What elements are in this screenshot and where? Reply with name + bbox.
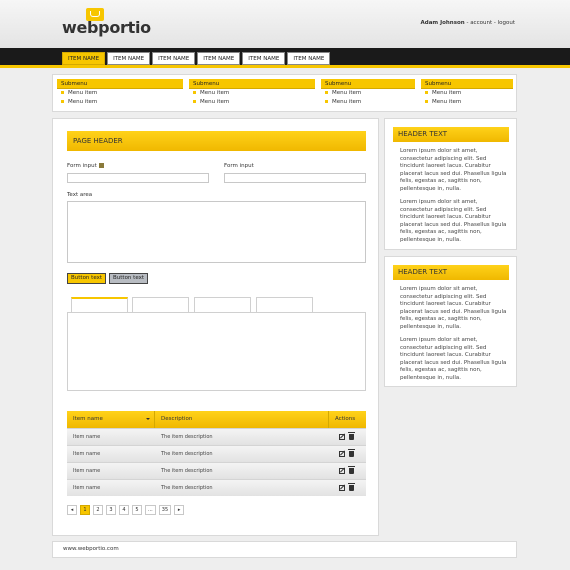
- sidebar-header: HEADER TEXT: [393, 265, 509, 280]
- sidebar-header: HEADER TEXT: [393, 127, 509, 142]
- sidebar-paragraph: Lorem ipsum dolor sit amet, consectetur …: [400, 199, 507, 243]
- page-title: PAGE HEADER: [67, 131, 366, 151]
- label-text: Form input: [67, 163, 97, 169]
- prev-page-icon[interactable]: ◂: [67, 505, 77, 515]
- form-input-label: Form input: [67, 163, 104, 169]
- row-actions: [329, 429, 355, 445]
- logout-link[interactable]: logout: [498, 20, 515, 26]
- nav-item[interactable]: ITEM NAME: [197, 52, 241, 65]
- table-header: Item name Description Actions: [67, 411, 366, 428]
- primary-button[interactable]: Button text: [67, 273, 107, 284]
- next-page-icon[interactable]: ▸: [174, 505, 185, 515]
- submenu-item[interactable]: Menu item: [189, 98, 315, 107]
- edit-icon[interactable]: [339, 451, 345, 457]
- cell-description: The item description: [161, 485, 213, 491]
- submenu-item[interactable]: Menu item: [189, 89, 315, 98]
- cell-item-name: Item name: [73, 468, 101, 474]
- submenu-item[interactable]: Menu item: [57, 98, 183, 107]
- text-area[interactable]: [67, 201, 366, 263]
- trash-icon[interactable]: [348, 466, 355, 474]
- cell-description: The item description: [161, 451, 213, 457]
- sidebar-box: HEADER TEXT Lorem ipsum dolor sit amet, …: [384, 118, 517, 250]
- submenu-title: Submenu: [321, 79, 415, 89]
- submenu-item[interactable]: Menu item: [57, 89, 183, 98]
- submenu-panel: Submenu Menu item Menu item Submenu Menu…: [52, 74, 517, 112]
- page-link[interactable]: 4: [119, 505, 129, 515]
- header-label: Item name: [73, 416, 103, 422]
- sidebar-paragraph: Lorem ipsum dolor sit amet, consectetur …: [400, 148, 507, 192]
- sidebar-paragraph: Lorem ipsum dolor sit amet, consectetur …: [400, 337, 507, 381]
- nav-item[interactable]: ITEM NAME: [242, 52, 286, 65]
- tab-panel: [67, 312, 366, 391]
- tab-2[interactable]: [132, 297, 189, 312]
- page-link[interactable]: 3: [106, 505, 116, 515]
- edit-icon[interactable]: [339, 485, 345, 491]
- sidebar-paragraph: Lorem ipsum dolor sit amet, consectetur …: [400, 286, 507, 330]
- edit-icon[interactable]: [339, 434, 345, 440]
- column-header-item-name[interactable]: Item name: [67, 411, 155, 428]
- table-row: Item name The item description: [67, 479, 366, 496]
- table-row: Item name The item description: [67, 428, 366, 445]
- submenu-column: Submenu Menu item Menu item: [321, 79, 415, 107]
- nav-item[interactable]: ITEM NAME: [152, 52, 196, 65]
- submenu-column: Submenu Menu item Menu item: [57, 79, 183, 107]
- row-actions: [329, 480, 355, 496]
- submenu-item[interactable]: Menu item: [421, 89, 513, 98]
- cell-description: The item description: [161, 468, 213, 474]
- submenu-item[interactable]: Menu item: [321, 89, 415, 98]
- page-link[interactable]: 5: [132, 505, 142, 515]
- secondary-button[interactable]: Button text: [109, 273, 149, 284]
- cell-item-name: Item name: [73, 451, 101, 457]
- form-input-1[interactable]: [67, 173, 209, 183]
- tab-3[interactable]: [194, 297, 251, 312]
- form-input-label: Form input: [224, 163, 254, 169]
- edit-icon[interactable]: [339, 468, 345, 474]
- account-link[interactable]: account: [470, 20, 492, 26]
- pagination: ◂ 1 2 3 4 5 ... 35 ▸: [67, 505, 185, 515]
- trash-icon[interactable]: [348, 449, 355, 457]
- page-ellipsis: ...: [145, 505, 156, 515]
- submenu-title: Submenu: [421, 79, 513, 89]
- site-footer: www.webportio.com: [52, 541, 517, 558]
- page-link[interactable]: 2: [93, 505, 103, 515]
- cell-item-name: Item name: [73, 485, 101, 491]
- form-input-2[interactable]: [224, 173, 366, 183]
- nav-item[interactable]: ITEM NAME: [62, 52, 106, 65]
- items-table: Item name Description Actions Item name …: [67, 411, 366, 496]
- page-link[interactable]: 35: [158, 505, 172, 515]
- brand-logo[interactable]: webportio: [62, 18, 151, 37]
- page-link[interactable]: 1: [80, 505, 90, 515]
- nav-item[interactable]: ITEM NAME: [287, 52, 331, 65]
- row-actions: [329, 446, 355, 462]
- tab-1[interactable]: [71, 297, 128, 312]
- trash-icon[interactable]: [348, 432, 355, 440]
- submenu-item[interactable]: Menu item: [321, 98, 415, 107]
- submenu-column: Submenu Menu item Menu item: [421, 79, 513, 107]
- table-row: Item name The item description: [67, 462, 366, 479]
- sort-caret-icon: [146, 418, 150, 420]
- submenu-title: Submenu: [57, 79, 183, 89]
- table-row: Item name The item description: [67, 445, 366, 462]
- textarea-label: Text area: [67, 192, 93, 198]
- nav-item[interactable]: ITEM NAME: [107, 52, 151, 65]
- trash-icon[interactable]: [348, 483, 355, 491]
- column-header-actions: Actions: [335, 416, 356, 422]
- submenu-column: Submenu Menu item Menu item: [189, 79, 315, 107]
- user-bar: Adam Johnson - account - logout: [421, 20, 515, 26]
- row-actions: [329, 463, 355, 479]
- cell-item-name: Item name: [73, 434, 101, 440]
- sidebar-box: HEADER TEXT Lorem ipsum dolor sit amet, …: [384, 256, 517, 387]
- submenu-title: Submenu: [189, 79, 315, 89]
- submenu-item[interactable]: Menu item: [421, 98, 513, 107]
- main-content: PAGE HEADER Form input Form input Text a…: [52, 118, 379, 536]
- tab-4[interactable]: [256, 297, 313, 312]
- user-name: Adam Johnson: [420, 20, 465, 26]
- help-icon[interactable]: [98, 163, 104, 168]
- cell-description: The item description: [161, 434, 213, 440]
- column-header-description: Description: [155, 411, 329, 428]
- main-nav: ITEM NAME ITEM NAME ITEM NAME ITEM NAME …: [62, 52, 331, 65]
